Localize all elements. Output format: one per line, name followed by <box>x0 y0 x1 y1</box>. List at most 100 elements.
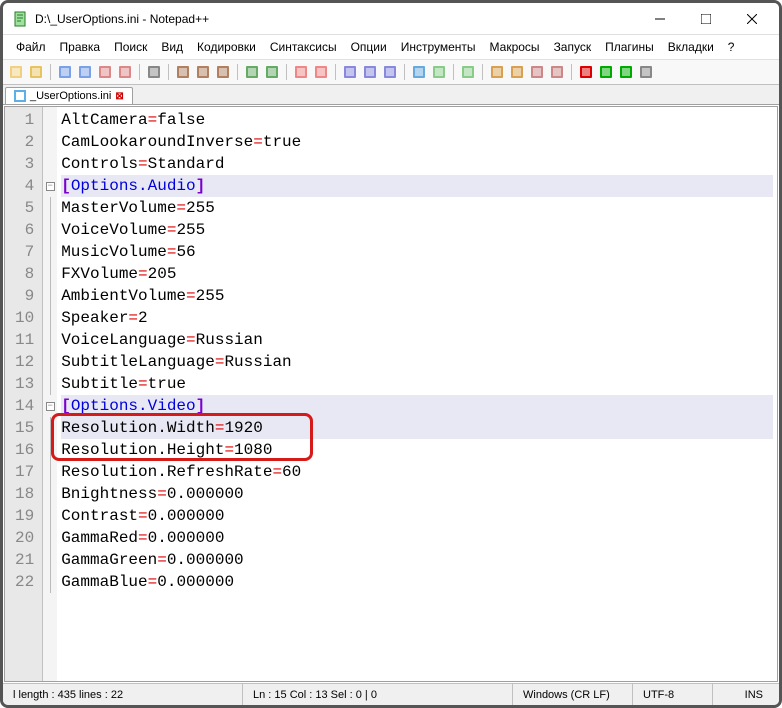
line-number: 2 <box>15 131 34 153</box>
menu-файл[interactable]: Файл <box>9 37 53 57</box>
close-button[interactable] <box>729 4 775 34</box>
fold-cell[interactable] <box>43 219 57 241</box>
menu-кодировки[interactable]: Кодировки <box>190 37 263 57</box>
undo-button[interactable] <box>243 63 261 81</box>
code-line-17[interactable]: Resolution.RefreshRate=60 <box>61 461 773 483</box>
code-line-10[interactable]: Speaker=2 <box>61 307 773 329</box>
minimize-button[interactable] <box>637 4 683 34</box>
code-line-18[interactable]: Bnightness=0.000000 <box>61 483 773 505</box>
print-button[interactable] <box>145 63 163 81</box>
fold-cell[interactable] <box>43 285 57 307</box>
menu-опции[interactable]: Опции <box>344 37 394 57</box>
code-line-8[interactable]: FXVolume=205 <box>61 263 773 285</box>
code-content[interactable]: AltCamera=falseCamLookaroundInverse=true… <box>57 107 777 681</box>
fold-toggle-icon[interactable]: − <box>46 402 55 411</box>
fold-cell[interactable] <box>43 439 57 461</box>
fold-cell[interactable] <box>43 329 57 351</box>
code-line-7[interactable]: MusicVolume=56 <box>61 241 773 263</box>
menu-макросы[interactable]: Макросы <box>483 37 547 57</box>
fold-cell[interactable]: − <box>43 175 57 197</box>
menu-?[interactable]: ? <box>721 37 742 57</box>
code-line-6[interactable]: VoiceVolume=255 <box>61 219 773 241</box>
replace-button[interactable] <box>312 63 330 81</box>
copy-icon <box>196 65 210 79</box>
fold-toggle-icon[interactable]: − <box>46 182 55 191</box>
code-line-9[interactable]: AmbientVolume=255 <box>61 285 773 307</box>
paste-button[interactable] <box>214 63 232 81</box>
doc2-button[interactable] <box>548 63 566 81</box>
macro-stop-button[interactable] <box>637 63 655 81</box>
code-line-1[interactable]: AltCamera=false <box>61 109 773 131</box>
close-all-button[interactable] <box>116 63 134 81</box>
fold-cell[interactable] <box>43 483 57 505</box>
code-line-16[interactable]: Resolution.Height=1080 <box>61 439 773 461</box>
menu-синтаксисы[interactable]: Синтаксисы <box>263 37 344 57</box>
chars-button[interactable] <box>430 63 448 81</box>
code-line-11[interactable]: VoiceLanguage=Russian <box>61 329 773 351</box>
doc1-button[interactable] <box>528 63 546 81</box>
macro-rec-button[interactable] <box>577 63 595 81</box>
menu-правка[interactable]: Правка <box>53 37 108 57</box>
menu-вкладки[interactable]: Вкладки <box>661 37 721 57</box>
menu-запуск[interactable]: Запуск <box>547 37 599 57</box>
fold-cell[interactable] <box>43 307 57 329</box>
code-line-5[interactable]: MasterVolume=255 <box>61 197 773 219</box>
editor-area[interactable]: 12345678910111213141516171819202122 −− A… <box>4 106 778 682</box>
code-line-3[interactable]: Controls=Standard <box>61 153 773 175</box>
copy-button[interactable] <box>194 63 212 81</box>
menu-поиск[interactable]: Поиск <box>107 37 154 57</box>
code-line-20[interactable]: GammaRed=0.000000 <box>61 527 773 549</box>
fold-button[interactable] <box>488 63 506 81</box>
fold-cell[interactable]: − <box>43 395 57 417</box>
menu-вид[interactable]: Вид <box>154 37 190 57</box>
wrap-button[interactable] <box>410 63 428 81</box>
redo-button[interactable] <box>263 63 281 81</box>
code-line-19[interactable]: Contrast=0.000000 <box>61 505 773 527</box>
new-button[interactable] <box>7 63 25 81</box>
code-line-13[interactable]: Subtitle=true <box>61 373 773 395</box>
open-button[interactable] <box>27 63 45 81</box>
fold-cell[interactable] <box>43 109 57 131</box>
macro-play-button[interactable] <box>597 63 615 81</box>
file-tab[interactable]: _UserOptions.ini ⊠ <box>5 87 133 104</box>
code-line-15[interactable]: Resolution.Width=1920 <box>61 417 773 439</box>
fold-cell[interactable] <box>43 527 57 549</box>
menu-плагины[interactable]: Плагины <box>598 37 661 57</box>
fold-cell[interactable] <box>43 153 57 175</box>
indent-button[interactable] <box>459 63 477 81</box>
maximize-button[interactable] <box>683 4 729 34</box>
zoom-in-button[interactable] <box>341 63 359 81</box>
code-line-21[interactable]: GammaGreen=0.000000 <box>61 549 773 571</box>
cut-button[interactable] <box>174 63 192 81</box>
fold-cell[interactable] <box>43 351 57 373</box>
fold-cell[interactable] <box>43 263 57 285</box>
code-line-14[interactable]: [Options.Video] <box>61 395 773 417</box>
close-button[interactable] <box>96 63 114 81</box>
fold-cell[interactable] <box>43 549 57 571</box>
fold-cell[interactable] <box>43 417 57 439</box>
sync-button[interactable] <box>381 63 399 81</box>
save-all-button[interactable] <box>76 63 94 81</box>
fold-cell[interactable] <box>43 461 57 483</box>
fold-cell[interactable] <box>43 197 57 219</box>
code-line-12[interactable]: SubtitleLanguage=Russian <box>61 351 773 373</box>
tab-close-icon[interactable]: ⊠ <box>115 91 123 102</box>
fold-cell[interactable] <box>43 571 57 593</box>
fold-cell[interactable] <box>43 505 57 527</box>
code-line-22[interactable]: GammaBlue=0.000000 <box>61 571 773 593</box>
close-all-icon <box>118 65 132 79</box>
fold-margin[interactable]: −− <box>43 107 57 681</box>
fold-cell[interactable] <box>43 373 57 395</box>
unfold-button[interactable] <box>508 63 526 81</box>
code-line-2[interactable]: CamLookaroundInverse=true <box>61 131 773 153</box>
zoom-out-button[interactable] <box>361 63 379 81</box>
tab-strip: _UserOptions.ini ⊠ <box>3 85 779 105</box>
code-line-4[interactable]: [Options.Audio] <box>61 175 773 197</box>
fold-cell[interactable] <box>43 131 57 153</box>
fold-cell[interactable] <box>43 241 57 263</box>
macro-run-button[interactable] <box>617 63 635 81</box>
status-length: l length : 435 lines : 22 <box>3 684 243 705</box>
save-button[interactable] <box>56 63 74 81</box>
menu-инструменты[interactable]: Инструменты <box>394 37 483 57</box>
find-button[interactable] <box>292 63 310 81</box>
